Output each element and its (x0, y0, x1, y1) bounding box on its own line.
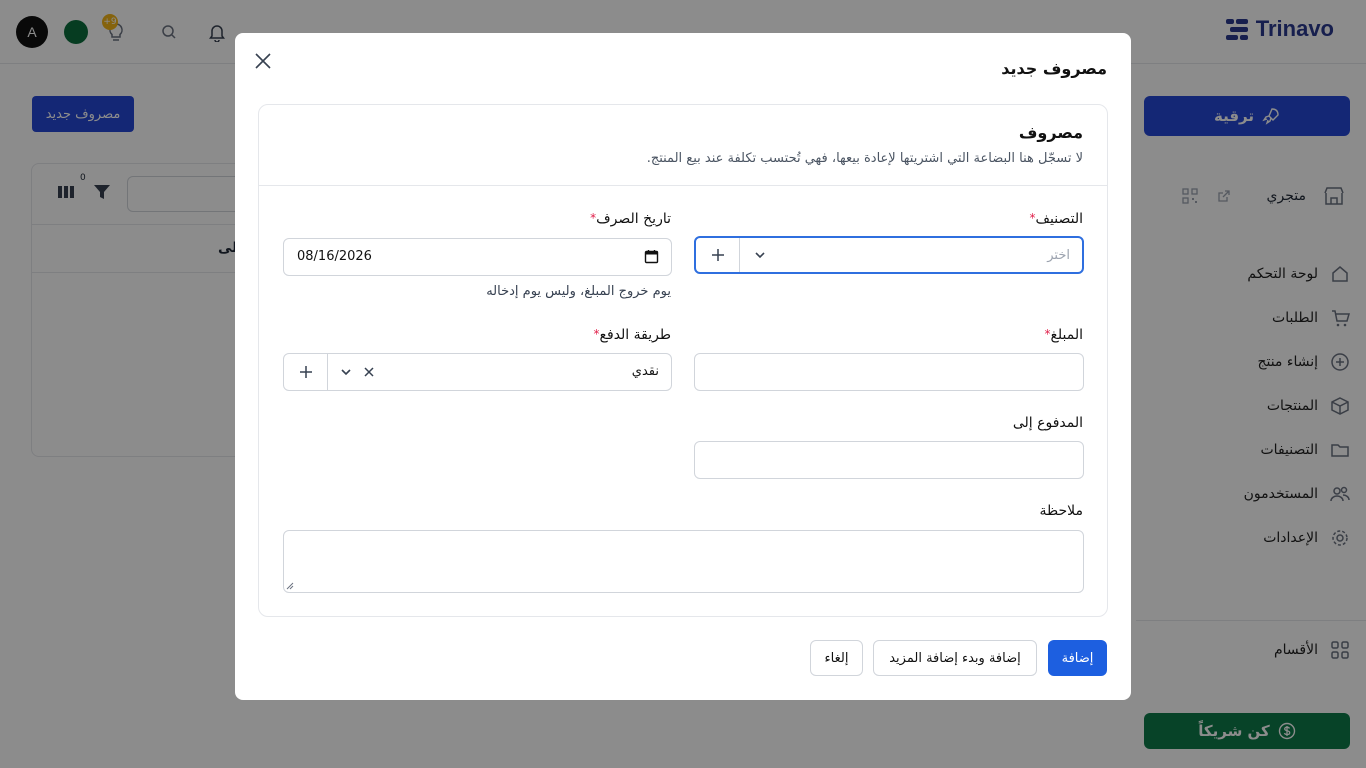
category-placeholder: اختر (1047, 248, 1070, 263)
payment-method-select[interactable]: نقدي (283, 353, 672, 391)
add-category-button[interactable] (696, 238, 740, 272)
paid-to-label: المدفوع إلى (1012, 415, 1083, 431)
chevron-down-icon (755, 252, 765, 259)
note-textarea[interactable] (283, 530, 1084, 593)
form-card-description: لا تسجّل هنا البضاعة التي اشتريتها لإعاد… (646, 151, 1083, 166)
expense-form-card: مصروف لا تسجّل هنا البضاعة التي اشتريتها… (258, 104, 1108, 617)
category-label-text: التصنيف (1035, 211, 1083, 227)
close-icon (255, 53, 271, 69)
note-wrapper (283, 530, 1084, 593)
amount-input[interactable] (694, 353, 1084, 391)
amount-label-text: المبلغ (1050, 327, 1083, 343)
date-label: تاريخ الصرف* (590, 211, 671, 227)
close-button[interactable] (251, 49, 275, 73)
form-card-header: مصروف لا تسجّل هنا البضاعة التي اشتريتها… (259, 105, 1107, 186)
payment-method-value: نقدي (631, 364, 659, 379)
add-button[interactable]: إضافة (1048, 640, 1107, 676)
plus-icon (711, 249, 724, 261)
calendar-icon[interactable] (644, 249, 659, 264)
clear-icon (364, 367, 374, 377)
date-help-text: يوم خروج المبلغ، وليس يوم إدخاله (486, 284, 671, 299)
payment-method-label: طريقة الدفع* (594, 327, 671, 343)
add-and-more-button[interactable]: إضافة وبدء إضافة المزيد (873, 640, 1037, 676)
category-select[interactable]: اختر (694, 236, 1084, 274)
payment-method-label-text: طريقة الدفع (599, 327, 671, 343)
cancel-button[interactable]: إلغاء (810, 640, 863, 676)
note-label: ملاحظة (1039, 503, 1084, 519)
new-expense-modal: مصروف جديد مصروف لا تسجّل هنا البضاعة ال… (235, 33, 1131, 700)
chevron-down-icon (341, 369, 351, 376)
date-label-text: تاريخ الصرف (596, 211, 671, 227)
expense-date-value: 08/16/2026 (297, 249, 372, 264)
category-dropdown-toggle[interactable] (748, 238, 772, 272)
resize-grip-icon[interactable] (286, 582, 294, 590)
form-card-title: مصروف (1018, 123, 1083, 142)
modal-title: مصروف جديد (1001, 59, 1107, 78)
category-label: التصنيف* (1030, 211, 1083, 227)
paid-to-input[interactable] (694, 441, 1084, 479)
payment-method-dropdown-toggle[interactable] (334, 354, 358, 390)
clear-payment-method-button[interactable] (360, 354, 378, 390)
plus-icon (299, 366, 312, 378)
add-payment-method-button[interactable] (284, 354, 328, 390)
expense-date-input[interactable]: 08/16/2026 (283, 238, 672, 276)
amount-label: المبلغ* (1044, 327, 1083, 343)
